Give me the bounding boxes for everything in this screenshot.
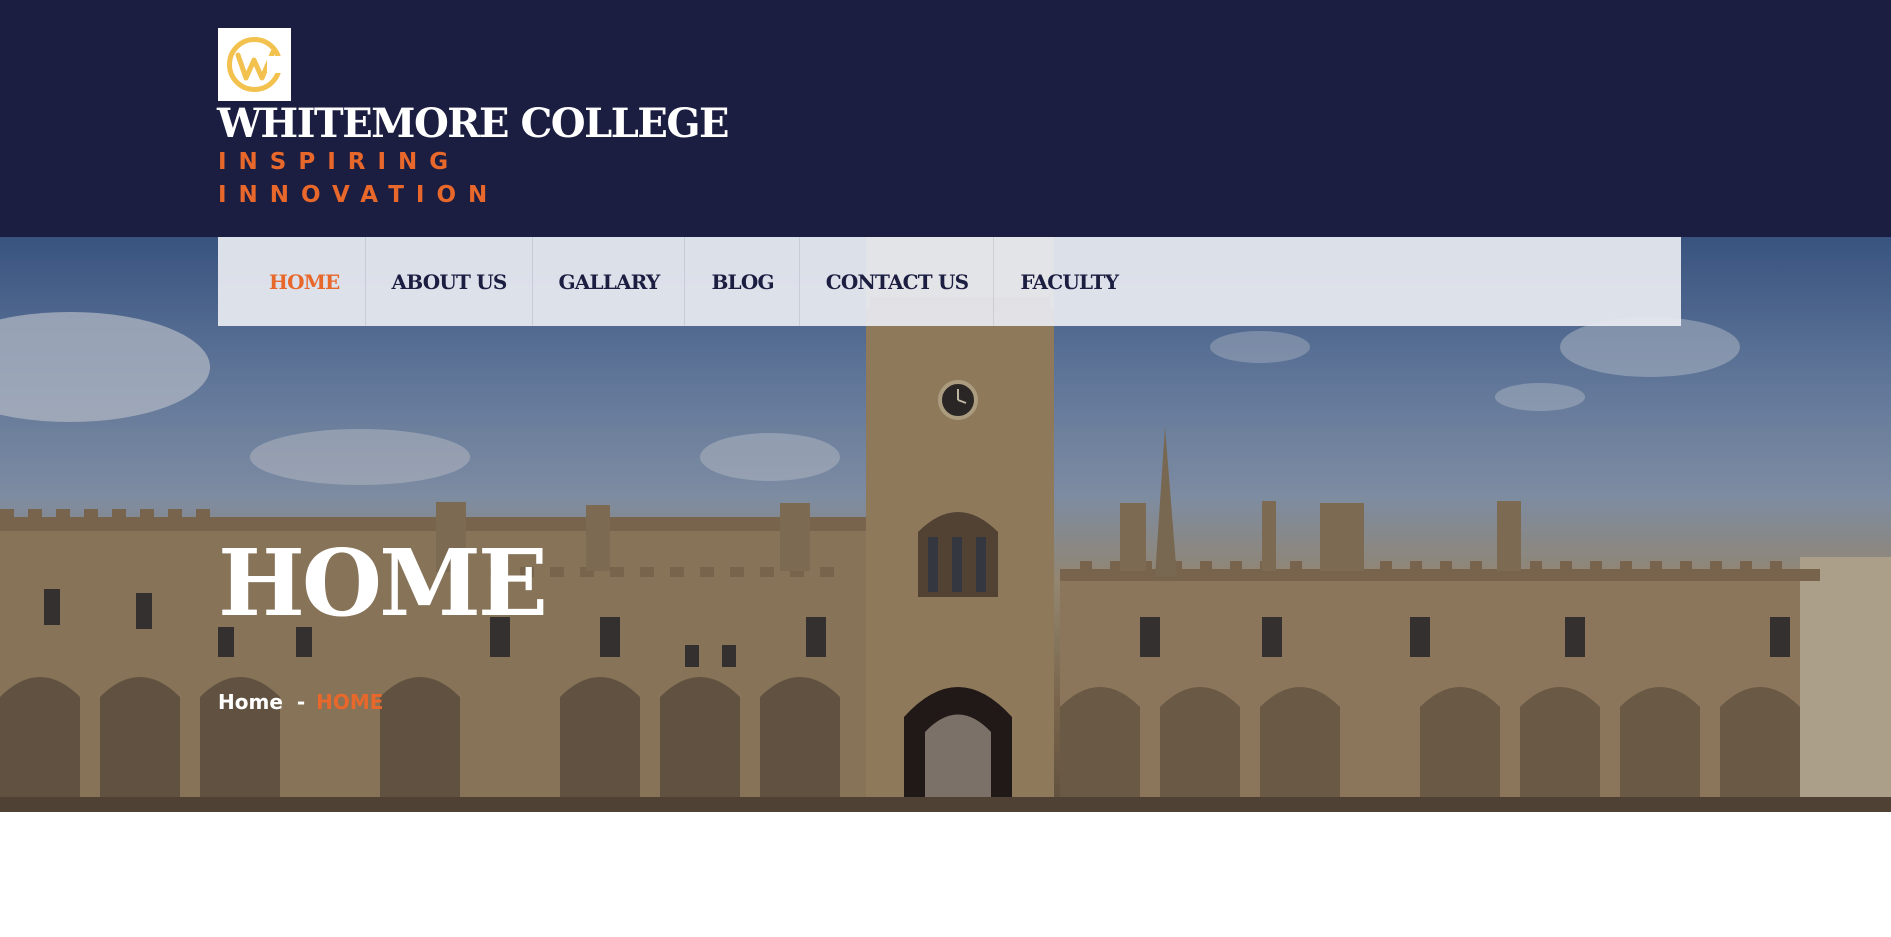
breadcrumb-current: HOME [316,690,384,714]
breadcrumb-separator: - [296,690,306,714]
nav-item-blog[interactable]: BLOG [685,237,800,326]
main-nav: HOME ABOUT US GALLARY BLOG CONTACT US FA… [218,237,1681,326]
nav-item-gallary[interactable]: GALLARY [533,237,686,326]
college-logo-w-icon [227,37,287,92]
college-name: WHITEMORE COLLEGE [217,100,730,147]
college-tagline: INSPIRING INNOVATION [218,149,500,208]
nav-item-contact-us[interactable]: CONTACT US [800,237,995,326]
college-logo[interactable] [218,28,291,101]
nav-item-home[interactable]: HOME [243,237,366,326]
site-header: WHITEMORE COLLEGE INSPIRING INNOVATION [0,0,1891,237]
breadcrumb: Home - HOME [218,690,383,714]
page-title: HOME [218,529,548,637]
breadcrumb-home-link[interactable]: Home [218,690,283,714]
nav-item-faculty[interactable]: FACULTY [994,237,1143,326]
nav-item-about-us[interactable]: ABOUT US [366,237,533,326]
